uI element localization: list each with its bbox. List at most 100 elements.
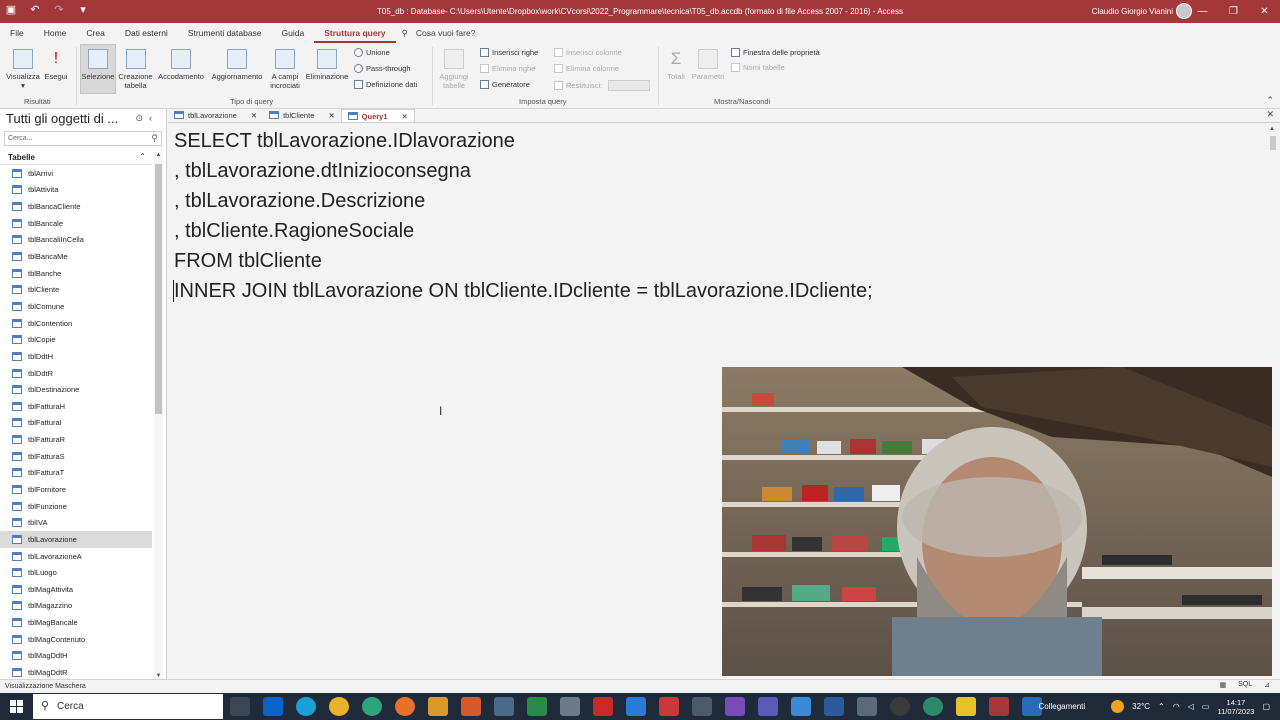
generatore-button[interactable]: Generatore: [480, 80, 530, 89]
selezione-button[interactable]: Selezione: [80, 44, 116, 94]
nav-pane-header[interactable]: Tutti gli oggetti di ... ⊙‹: [0, 109, 166, 129]
outlook-icon[interactable]: [263, 697, 283, 716]
calculator-icon[interactable]: [494, 697, 514, 716]
nav-table-item[interactable]: tblBancaCliente: [0, 198, 152, 215]
nav-table-item[interactable]: tblLavorazione: [0, 531, 152, 548]
nomi-tabelle-button[interactable]: Nomi tabelle: [731, 63, 785, 72]
firefox-icon[interactable]: [395, 697, 415, 716]
nav-table-item[interactable]: tblMagBancale: [0, 614, 152, 631]
access-icon[interactable]: [989, 697, 1009, 716]
chrome-icon[interactable]: [329, 697, 349, 716]
windows-start-icon[interactable]: [10, 700, 23, 713]
nav-table-item[interactable]: tblFatturaI: [0, 415, 152, 432]
visualizza-button[interactable]: Visualizza ▾: [4, 45, 42, 95]
nav-table-item[interactable]: tblFatturaS: [0, 448, 152, 465]
doc-tab-query1[interactable]: Query1 ✕: [340, 109, 415, 122]
app-icon[interactable]: [461, 697, 481, 716]
definizione-dati-button[interactable]: Definizione dati: [354, 80, 417, 89]
restituisci-control[interactable]: Restituisci:: [554, 80, 651, 91]
nav-table-item[interactable]: tblBancale: [0, 215, 152, 232]
aggiornamento-button[interactable]: Aggiornamento: [208, 45, 266, 95]
nav-table-item[interactable]: tblLuogo: [0, 564, 152, 581]
file-explorer-icon[interactable]: [956, 697, 976, 716]
tab-crea[interactable]: Crea: [76, 23, 114, 43]
chevron-up-icon[interactable]: ⌃: [1158, 702, 1165, 711]
tab-file[interactable]: File: [0, 23, 34, 43]
scroll-up-icon[interactable]: ▲: [1269, 126, 1275, 132]
nav-table-item[interactable]: tblCopie: [0, 331, 152, 348]
inserisci-righe-button[interactable]: Inserisci righe: [480, 48, 538, 57]
tab-guida[interactable]: Guida: [272, 23, 315, 43]
close-tab-icon[interactable]: ✕: [402, 112, 408, 121]
mail-icon[interactable]: [626, 697, 646, 716]
doc-tab-tbllavorazione[interactable]: tblLavorazione ✕: [168, 109, 263, 122]
nav-table-item[interactable]: tblContention: [0, 315, 152, 332]
app-icon[interactable]: [428, 697, 448, 716]
notes-icon[interactable]: [791, 697, 811, 716]
design-view-icon[interactable]: ⊿: [1264, 681, 1270, 689]
nav-table-item[interactable]: tblArrivi: [0, 165, 152, 182]
excel-icon[interactable]: [527, 697, 547, 716]
minimize-icon[interactable]: —: [1187, 0, 1218, 23]
nav-table-item[interactable]: tblDdtR: [0, 365, 152, 382]
app-icon[interactable]: [923, 697, 943, 716]
restituisci-select[interactable]: [608, 80, 651, 91]
close-tab-icon[interactable]: ✕: [328, 111, 334, 120]
nav-scrollbar[interactable]: ▲ ▼: [154, 152, 163, 679]
scroll-thumb[interactable]: [155, 164, 162, 414]
nav-table-item[interactable]: tblCliente: [0, 281, 152, 298]
nav-table-item[interactable]: tblAttivita: [0, 182, 152, 199]
nav-table-item[interactable]: tblIVA: [0, 514, 152, 531]
wifi-icon[interactable]: ◠: [1173, 702, 1180, 711]
nav-table-item[interactable]: tblFatturaH: [0, 398, 152, 415]
temperature[interactable]: 32°C: [1132, 702, 1150, 711]
nav-table-item[interactable]: tblBancaMe: [0, 248, 152, 265]
nav-table-item[interactable]: tblDestinazione: [0, 381, 152, 398]
nav-table-item[interactable]: tblDdtH: [0, 348, 152, 365]
user-name[interactable]: Claudio Giorgio Vianini: [1092, 7, 1173, 16]
visual-studio-icon[interactable]: [725, 697, 745, 716]
clock[interactable]: 14:17 11/07/2023: [1217, 698, 1254, 716]
nav-table-item[interactable]: tblMagazzino: [0, 598, 152, 615]
aggiungi-tabelle-button[interactable]: Aggiungi tabelle: [436, 45, 472, 95]
elimina-colonne-button[interactable]: Elimina colonne: [554, 64, 619, 73]
shutter-bar-icon[interactable]: ‹: [149, 113, 158, 123]
taskbar-search[interactable]: ⚲ Cerca: [33, 694, 223, 719]
pass-through-button[interactable]: Pass-through: [354, 64, 411, 73]
inserisci-colonne-button[interactable]: Inserisci colonne: [554, 48, 622, 57]
campi-incrociati-button[interactable]: A campi incrociati: [266, 45, 304, 95]
app-icon[interactable]: [857, 697, 877, 716]
speaker-icon[interactable]: ◁: [1188, 702, 1194, 711]
nav-table-item[interactable]: tblMagContenuto: [0, 631, 152, 648]
weather-icon[interactable]: [1111, 700, 1125, 713]
creazione-tabella-button[interactable]: Creazione tabella: [117, 45, 154, 95]
esegui-button[interactable]: ! Esegui: [42, 45, 70, 95]
app-icon[interactable]: [692, 697, 712, 716]
nav-search-input[interactable]: Cerca... ⚲: [4, 131, 162, 146]
nav-table-item[interactable]: tblFatturaT: [0, 465, 152, 482]
tab-struttura-query[interactable]: Struttura query: [314, 23, 396, 43]
teams-icon[interactable]: [758, 697, 778, 716]
dropdown-circle-icon[interactable]: ⊙: [135, 113, 149, 123]
finestra-proprieta-button[interactable]: Finestra delle proprietà: [731, 48, 820, 57]
search-icon[interactable]: ⚲: [151, 133, 158, 144]
nav-table-item[interactable]: tblMagAttivita: [0, 581, 152, 598]
obs-icon[interactable]: [890, 697, 910, 716]
nav-table-item[interactable]: tblMagDdtH: [0, 648, 152, 665]
nav-table-item[interactable]: tblFatturaR: [0, 431, 152, 448]
datasheet-view-icon[interactable]: ▦: [1219, 681, 1226, 689]
edge-dev-icon[interactable]: [362, 697, 382, 716]
scroll-thumb[interactable]: [1270, 136, 1276, 150]
maximize-icon[interactable]: ❐: [1218, 0, 1249, 23]
elimina-righe-button[interactable]: Elimina righe: [480, 64, 535, 73]
accodamento-button[interactable]: Accodamento: [155, 45, 207, 95]
close-tab-icon[interactable]: ✕: [251, 111, 257, 120]
totali-button[interactable]: Σ Totali: [662, 45, 690, 95]
app-icon[interactable]: [824, 697, 844, 716]
sql-view-button[interactable]: SQL: [1238, 681, 1252, 689]
nav-table-item[interactable]: tblBancaliInCella: [0, 232, 152, 249]
nav-table-item[interactable]: tblFornitore: [0, 481, 152, 498]
sql-text[interactable]: SELECT tblLavorazione.IDlavorazione , tbl…: [174, 126, 873, 306]
scroll-up-icon[interactable]: ▲: [154, 152, 163, 158]
tab-dati-esterni[interactable]: Dati esterni: [115, 23, 178, 43]
